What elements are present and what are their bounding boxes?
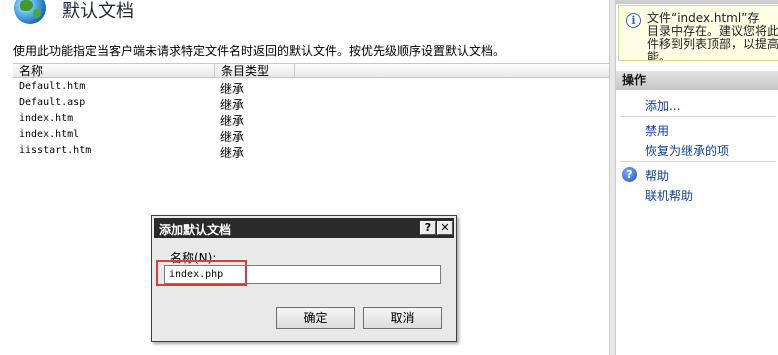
disable-action-link[interactable]: 禁用: [645, 122, 669, 139]
divider: [620, 161, 776, 162]
globe-icon: [13, 0, 47, 26]
default-document-list: Default.htm 继承 Default.asp 继承 index.htm …: [13, 79, 609, 160]
page-title: 默认文档: [62, 1, 134, 22]
actions-pane: i 文件“index.html”存 目录中存在。建议您将此 件移到列表顶部，以提…: [616, 0, 778, 355]
name-input[interactable]: index.php: [164, 265, 441, 284]
column-header-name[interactable]: 名称: [13, 64, 215, 78]
help-icon: ?: [622, 167, 637, 182]
add-action-link[interactable]: 添加...: [645, 97, 680, 114]
list-item[interactable]: index.htm 继承: [13, 111, 609, 128]
cancel-button[interactable]: 取消: [363, 307, 442, 329]
divider: [620, 116, 776, 117]
document-name: index.htm: [19, 113, 74, 124]
ok-button[interactable]: 确定: [276, 307, 355, 329]
help-link[interactable]: 帮助: [645, 167, 669, 184]
pane-splitter[interactable]: [609, 0, 616, 355]
list-header: 名称 条目类型: [13, 63, 609, 78]
document-name: index.html: [19, 129, 80, 140]
list-item[interactable]: Default.htm 继承: [13, 79, 609, 96]
add-default-document-dialog: 添加默认文档 ? ✕ 名称(N): index.php 确定 取消: [151, 215, 457, 342]
close-button[interactable]: ✕: [437, 221, 453, 235]
alert-box: i 文件“index.html”存 目录中存在。建议您将此 件移到列表顶部，以提…: [618, 5, 778, 61]
list-item[interactable]: index.html 继承: [13, 127, 609, 144]
document-name: iisstart.htm: [19, 145, 92, 156]
name-label: 名称(N):: [170, 251, 217, 265]
revert-to-inherited-link[interactable]: 恢复为继承的项: [645, 142, 729, 159]
list-item[interactable]: iisstart.htm 继承: [13, 143, 609, 160]
entry-type: 继承: [220, 146, 245, 160]
info-icon: i: [626, 13, 641, 28]
document-name: Default.htm: [19, 81, 86, 92]
document-name: Default.asp: [19, 97, 86, 108]
alert-message: 文件“index.html”存 目录中存在。建议您将此 件移到列表顶部，以提高 …: [647, 12, 778, 61]
actions-header: 操作: [616, 71, 778, 90]
column-header-type[interactable]: 条目类型: [215, 64, 295, 78]
list-item[interactable]: Default.asp 继承: [13, 95, 609, 112]
online-help-link[interactable]: 联机帮助: [645, 187, 693, 204]
help-button[interactable]: ?: [420, 221, 436, 235]
alert-line: 能。: [647, 50, 672, 61]
page-description: 使用此功能指定当客户端未请求特定文件名时返回的默认文件。按优先级顺序设置默认文档…: [13, 44, 506, 58]
dialog-title: 添加默认文档: [159, 223, 232, 237]
alerts-header: [616, 0, 778, 4]
dialog-titlebar[interactable]: 添加默认文档 ? ✕: [154, 218, 454, 238]
